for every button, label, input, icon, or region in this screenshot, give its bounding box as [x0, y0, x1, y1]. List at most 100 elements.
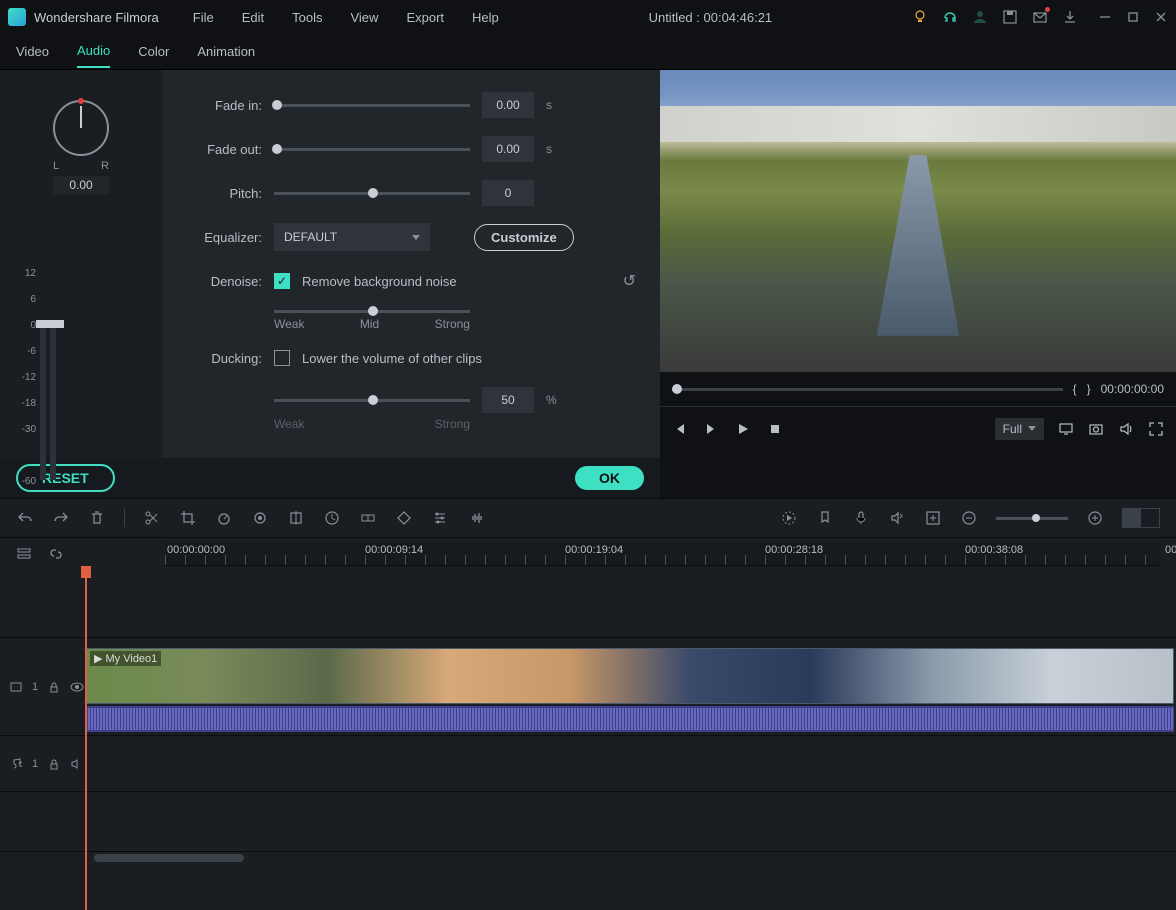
delete-icon[interactable] [88, 509, 106, 527]
volume-icon[interactable] [1118, 421, 1134, 437]
preview-scrubber[interactable] [672, 388, 1063, 391]
scrollbar-thumb[interactable] [94, 854, 244, 862]
timeline-scrollbar[interactable] [0, 852, 1176, 864]
user-icon[interactable] [972, 9, 988, 25]
zoom-slider[interactable] [996, 517, 1068, 520]
bracket-close-icon[interactable]: } [1087, 382, 1091, 396]
headphones-icon[interactable] [942, 9, 958, 25]
zoom-in-icon[interactable] [1086, 509, 1104, 527]
fade-in-slider[interactable] [274, 104, 470, 107]
undo-icon[interactable] [16, 509, 34, 527]
ok-button[interactable]: OK [575, 466, 644, 490]
fade-in-input[interactable] [482, 92, 534, 118]
fade-out-thumb[interactable] [272, 144, 282, 154]
pitch-slider[interactable] [274, 192, 470, 195]
add-media-icon[interactable] [924, 509, 942, 527]
monitor-icon[interactable] [1058, 421, 1074, 437]
track-spacer-content[interactable] [85, 570, 1176, 637]
manage-tracks-icon[interactable] [16, 546, 32, 562]
redo-icon[interactable] [52, 509, 70, 527]
reset-denoise-icon[interactable]: ↺ [623, 271, 636, 291]
minimize-icon[interactable] [1098, 10, 1112, 24]
adjust-icon[interactable] [431, 509, 449, 527]
denoise-checkbox[interactable]: ✓ [274, 273, 290, 289]
fade-out-input[interactable] [482, 136, 534, 162]
play-icon[interactable] [736, 422, 750, 436]
meter-fader[interactable] [36, 320, 64, 328]
color-icon[interactable] [251, 509, 269, 527]
denoise-thumb[interactable] [368, 306, 378, 316]
tab-color[interactable]: Color [138, 36, 169, 67]
record-voiceover-icon[interactable] [852, 509, 870, 527]
menu-help[interactable]: Help [462, 4, 509, 31]
tc-4: 00:00:38:08 [965, 544, 1023, 556]
keyframe-icon[interactable] [395, 509, 413, 527]
snapshot-icon[interactable] [1088, 421, 1104, 437]
audio-track-content[interactable] [85, 736, 1176, 791]
stop-icon[interactable] [768, 422, 782, 436]
balance-dial[interactable] [53, 100, 109, 156]
menu-view[interactable]: View [340, 4, 388, 31]
tab-video[interactable]: Video [16, 36, 49, 67]
mute-icon[interactable] [70, 758, 84, 770]
view-opt-1[interactable] [1123, 509, 1141, 527]
ducking-thumb[interactable] [368, 395, 378, 405]
lightbulb-icon[interactable] [912, 9, 928, 25]
bracket-open-icon[interactable]: { [1073, 382, 1077, 396]
prev-frame-icon[interactable] [672, 422, 686, 436]
link-icon[interactable] [48, 546, 64, 562]
quality-select[interactable]: Full [995, 418, 1044, 440]
ducking-input[interactable] [482, 387, 534, 413]
timeline-ruler[interactable]: 00:00:00:00 00:00:09:14 00:00:19:04 00:0… [165, 542, 1160, 566]
customize-button[interactable]: Customize [474, 224, 574, 251]
video-track-num: 1 [32, 681, 38, 693]
mail-icon[interactable] [1032, 9, 1048, 25]
equalizer-select[interactable]: DEFAULT [274, 223, 430, 251]
duration-icon[interactable] [323, 509, 341, 527]
fullscreen-icon[interactable] [1148, 421, 1164, 437]
eye-icon[interactable] [70, 681, 84, 693]
ducking-slider[interactable] [274, 399, 470, 402]
menu-export[interactable]: Export [396, 4, 454, 31]
menu-file[interactable]: File [183, 4, 224, 31]
ducking-checkbox[interactable] [274, 350, 290, 366]
crop-icon[interactable] [179, 509, 197, 527]
lock-icon[interactable] [48, 758, 60, 770]
lock-icon[interactable] [48, 681, 60, 693]
step-back-icon[interactable] [704, 422, 718, 436]
main-row: L R 0.00 12 6 0 -6 -12 -18 -30 -60 Fade … [0, 70, 1176, 458]
render-icon[interactable] [780, 509, 798, 527]
fade-in-thumb[interactable] [272, 100, 282, 110]
scrub-thumb[interactable] [672, 384, 682, 394]
video-track-content[interactable]: ▶ My Video1 [85, 638, 1176, 735]
split-icon[interactable] [143, 509, 161, 527]
menu-tools[interactable]: Tools [282, 4, 332, 31]
track-spacer-2-content[interactable] [85, 792, 1176, 851]
tab-animation[interactable]: Animation [197, 36, 255, 67]
speed-icon[interactable] [215, 509, 233, 527]
download-icon[interactable] [1062, 9, 1078, 25]
preview-video[interactable] [660, 70, 1176, 372]
tab-audio[interactable]: Audio [77, 35, 110, 68]
pitch-thumb[interactable] [368, 188, 378, 198]
fade-in-label: Fade in: [186, 98, 262, 113]
save-icon[interactable] [1002, 9, 1018, 25]
pitch-input[interactable] [482, 180, 534, 206]
fade-out-slider[interactable] [274, 148, 470, 151]
view-toggle[interactable] [1122, 508, 1160, 528]
denoise-slider[interactable] [274, 310, 470, 313]
maximize-icon[interactable] [1126, 10, 1140, 24]
green-screen-icon[interactable] [287, 509, 305, 527]
menu-edit[interactable]: Edit [232, 4, 274, 31]
zoom-out-icon[interactable] [960, 509, 978, 527]
video-clip[interactable]: ▶ My Video1 [85, 648, 1174, 704]
audio-adjust-icon[interactable] [467, 509, 485, 527]
view-opt-2[interactable] [1141, 509, 1159, 527]
audio-waveform[interactable] [85, 706, 1174, 732]
mixer-icon[interactable] [888, 509, 906, 527]
close-icon[interactable] [1154, 10, 1168, 24]
denoise-range-labels: Weak Mid Strong [274, 317, 470, 331]
zoom-thumb[interactable] [1032, 514, 1040, 522]
detach-audio-icon[interactable] [359, 509, 377, 527]
marker-icon[interactable] [816, 509, 834, 527]
